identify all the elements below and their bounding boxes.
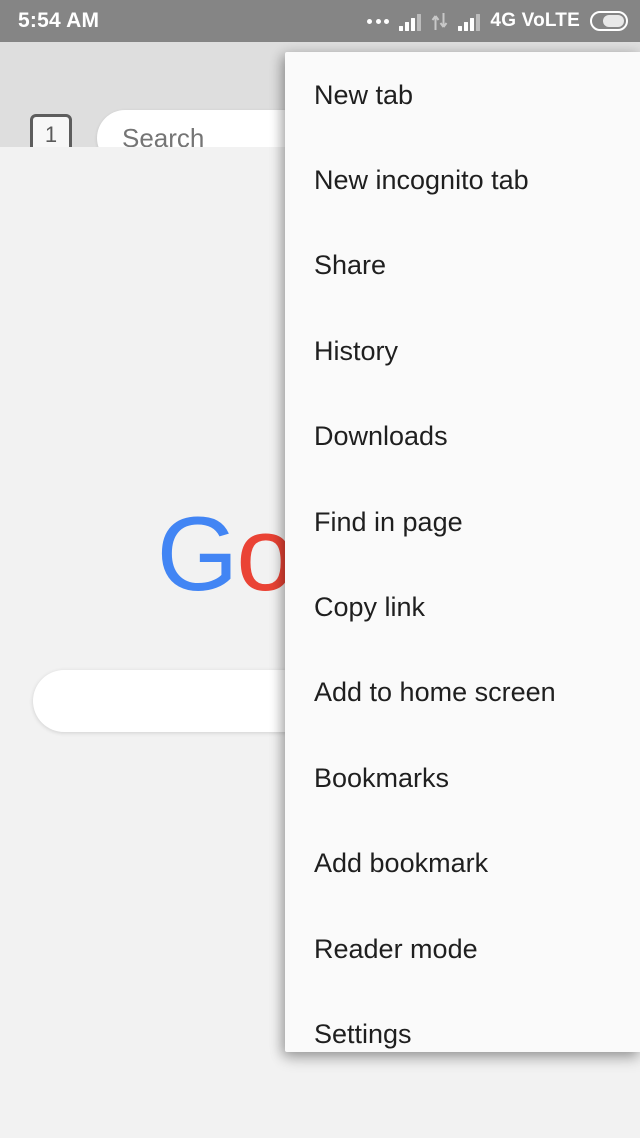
signal-bars-icon-secondary	[458, 12, 481, 31]
menu-item-find-in-page[interactable]: Find in page	[285, 479, 640, 564]
menu-item-label: New tab	[314, 79, 414, 110]
menu-item-add-to-home-screen[interactable]: Add to home screen	[285, 650, 640, 735]
menu-item-label: New incognito tab	[314, 165, 529, 196]
menu-item-new-incognito-tab[interactable]: New incognito tab	[285, 137, 640, 222]
network-type-label: 4G VoLTE	[490, 10, 580, 31]
menu-item-label: Bookmarks	[314, 762, 450, 793]
menu-item-downloads[interactable]: Downloads	[285, 394, 640, 479]
battery-icon	[590, 11, 628, 31]
menu-item-label: History	[314, 335, 399, 366]
menu-item-bookmarks[interactable]: Bookmarks	[285, 735, 640, 820]
menu-item-settings[interactable]: Settings	[285, 991, 640, 1052]
menu-item-label: Find in page	[314, 506, 463, 537]
google-logo-letter: G	[156, 496, 239, 613]
menu-item-add-bookmark[interactable]: Add bookmark	[285, 821, 640, 906]
menu-item-label: Add to home screen	[314, 677, 556, 708]
menu-item-share[interactable]: Share	[285, 223, 640, 308]
menu-item-label: Settings	[314, 1018, 412, 1049]
menu-item-new-tab[interactable]: New tab	[285, 52, 640, 137]
menu-item-history[interactable]: History	[285, 308, 640, 393]
overflow-menu: New tab New incognito tab Share History …	[285, 52, 640, 1052]
more-dots-icon	[367, 18, 390, 24]
menu-item-label: Downloads	[314, 421, 448, 452]
menu-item-copy-link[interactable]: Copy link	[285, 564, 640, 649]
signal-bars-icon	[399, 12, 422, 31]
data-transfer-arrows-icon	[431, 12, 448, 31]
menu-item-reader-mode[interactable]: Reader mode	[285, 906, 640, 991]
phone-screen: 5:54 AM 4G VoLTE 1 Search Google	[0, 0, 640, 1138]
menu-item-label: Reader mode	[314, 933, 478, 964]
menu-item-label: Copy link	[314, 592, 426, 623]
menu-item-label: Share	[314, 250, 387, 281]
status-bar-clock: 5:54 AM	[18, 9, 100, 32]
status-bar: 5:54 AM 4G VoLTE	[0, 0, 640, 42]
status-bar-icons: 4G VoLTE	[367, 10, 628, 32]
menu-item-label: Add bookmark	[314, 848, 489, 879]
